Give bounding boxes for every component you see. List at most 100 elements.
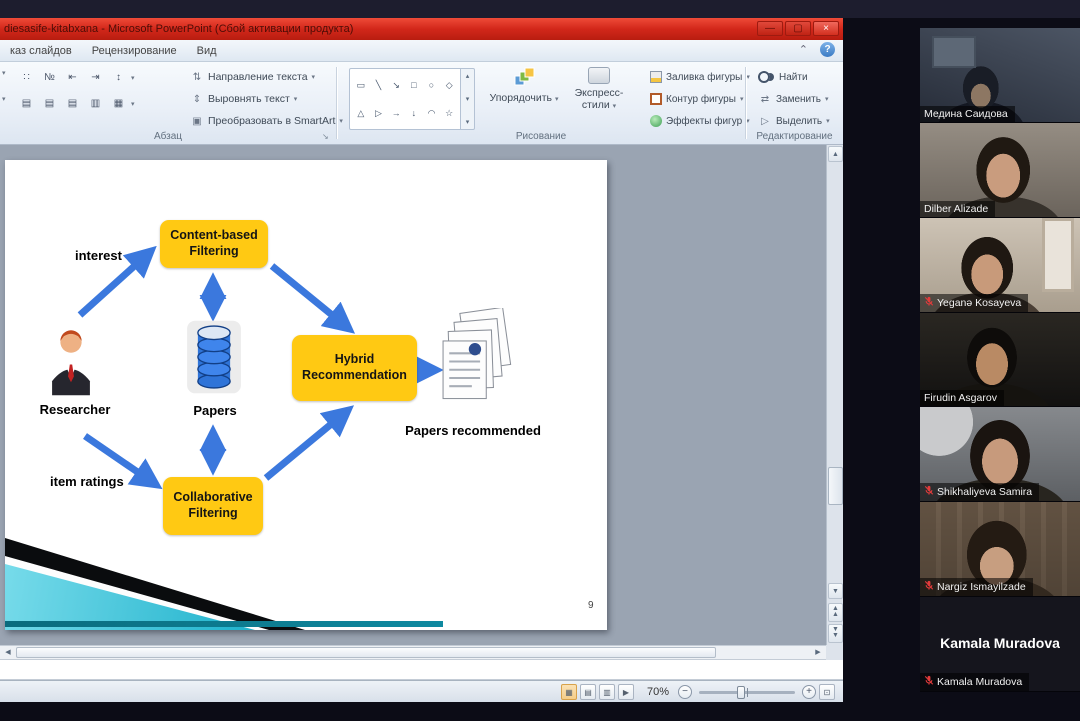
scroll-right-icon[interactable]: ▶ xyxy=(811,647,825,658)
label-papers: Papers xyxy=(180,403,250,418)
shape-effects-button[interactable]: Эффекты фигур ▾ xyxy=(646,111,754,131)
align-left-button[interactable]: ▤ xyxy=(16,94,37,113)
shape-arc-icon[interactable]: ◠ xyxy=(428,108,436,119)
convert-smartart-button[interactable]: ▣ Преобразовать в SmartArt ▾ xyxy=(186,111,347,131)
node-collaborative-filtering[interactable]: Collaborative Filtering xyxy=(163,477,263,535)
node-content-based-filtering[interactable]: Content-based Filtering xyxy=(160,220,268,268)
notes-pane[interactable] xyxy=(0,660,843,680)
view-slide-sorter-button[interactable]: ▤ xyxy=(580,684,596,700)
find-button[interactable]: Найти xyxy=(754,67,812,87)
shape-circle-icon[interactable]: ○ xyxy=(429,80,434,90)
participant-tile[interactable]: Dilber Alizade xyxy=(920,123,1080,218)
zoom-percentage[interactable]: 70% xyxy=(647,686,669,698)
slide-number: 9 xyxy=(588,600,594,611)
shape-pointer-icon[interactable]: ▷ xyxy=(375,108,382,119)
collapse-ribbon-icon[interactable]: ⌃ xyxy=(799,43,808,56)
scroll-down-icon[interactable]: ▼ xyxy=(828,583,843,599)
view-slideshow-button[interactable]: ▶ xyxy=(618,684,634,700)
gallery-more-icon[interactable]: ▾ xyxy=(466,118,470,126)
tab-slideshow[interactable]: каз слайдов xyxy=(0,42,82,60)
smartart-icon: ▣ xyxy=(190,116,204,127)
quick-styles-button[interactable]: Экспресс-стили ▾ xyxy=(562,67,636,131)
horizontal-scroll-thumb[interactable] xyxy=(16,647,716,658)
justify-button[interactable]: ▥ xyxy=(85,94,106,113)
columns-dropdown-icon[interactable]: ▾ xyxy=(131,100,135,108)
select-button[interactable]: ▷ Выделить ▾ xyxy=(754,111,834,131)
dropdown-icon: ▾ xyxy=(740,95,744,103)
dropdown-icon: ▾ xyxy=(746,73,750,81)
node-hybrid-recommendation[interactable]: Hybrid Recommendation xyxy=(292,335,417,401)
gallery-down-icon[interactable]: ▾ xyxy=(466,95,470,103)
shape-star-icon[interactable]: ☆ xyxy=(445,108,453,119)
shape-outline-button[interactable]: Контур фигуры ▾ xyxy=(646,89,747,109)
zoom-out-button[interactable]: − xyxy=(678,685,692,699)
zoom-slider-thumb[interactable] xyxy=(737,686,745,699)
papers-database-icon[interactable] xyxy=(187,318,241,396)
participant-tile[interactable]: Nargiz Ismayilzade xyxy=(920,502,1080,597)
scroll-left-icon[interactable]: ◀ xyxy=(1,647,15,658)
vertical-scroll-thumb[interactable] xyxy=(828,467,843,505)
slide-canvas[interactable]: Content-based Filtering Hybrid Recommend… xyxy=(5,160,607,630)
drawing-group-label: Рисование xyxy=(337,131,745,142)
cutoff-dropdown-icon[interactable]: ▾ xyxy=(2,69,6,77)
view-normal-button[interactable]: ▦ xyxy=(561,684,577,700)
participant-name-label: Shikhaliyeva Samira xyxy=(920,483,1039,501)
shape-down-arrow-icon[interactable]: ↓ xyxy=(412,108,417,118)
text-direction-button[interactable]: ⇅ Направление текста ▾ xyxy=(186,67,319,87)
shape-fill-icon xyxy=(650,71,662,83)
close-button[interactable]: × xyxy=(813,21,839,36)
researcher-icon[interactable] xyxy=(45,322,97,400)
participant-tile[interactable]: Медина Саидова xyxy=(920,28,1080,123)
previous-slide-button[interactable]: ▲ ▲ xyxy=(828,603,843,622)
tab-view[interactable]: Вид xyxy=(187,42,227,60)
help-icon[interactable]: ? xyxy=(820,42,835,57)
zoom-in-button[interactable]: + xyxy=(802,685,816,699)
shape-square-icon[interactable]: □ xyxy=(411,80,416,90)
participant-tile[interactable]: Firudin Asgarov xyxy=(920,313,1080,408)
participant-tile[interactable]: Kamala Muradova Kamala Muradova xyxy=(920,597,1080,692)
increase-indent-button[interactable]: ⇥ xyxy=(85,68,106,87)
bullets-button[interactable]: ∷ xyxy=(16,68,37,87)
vertical-scrollbar[interactable]: ▲ ▼ ▲ ▲ ▼ ▼ xyxy=(826,145,843,645)
align-right-button[interactable]: ▤ xyxy=(62,94,83,113)
shape-diamond-icon[interactable]: ◇ xyxy=(446,80,453,91)
group-divider xyxy=(336,67,337,139)
arrange-button[interactable]: Упорядочить ▾ xyxy=(487,67,561,131)
shape-fill-button[interactable]: Заливка фигуры ▾ xyxy=(646,67,754,87)
decrease-indent-button[interactable]: ⇤ xyxy=(62,68,83,87)
horizontal-scrollbar[interactable]: ◀ ▶ xyxy=(0,645,826,660)
numbering-button[interactable]: № xyxy=(39,68,60,87)
tab-review[interactable]: Рецензирование xyxy=(82,42,187,60)
zoom-slider[interactable] xyxy=(699,691,795,694)
line-spacing-button[interactable]: ↕ xyxy=(108,68,129,87)
view-reading-button[interactable]: ▥ xyxy=(599,684,615,700)
cutoff-dropdown-icon[interactable]: ▾ xyxy=(2,95,6,103)
participant-tile[interactable]: Shikhaliyeva Samira xyxy=(920,407,1080,502)
group-divider xyxy=(745,67,746,139)
shape-right-arrow-icon[interactable]: → xyxy=(392,108,401,118)
align-center-button[interactable]: ▤ xyxy=(39,94,60,113)
shape-arrow-line-icon[interactable]: ↘ xyxy=(392,80,400,91)
next-slide-button[interactable]: ▼ ▼ xyxy=(828,624,843,643)
window-titlebar[interactable]: diesasife-kitabxana - Microsoft PowerPoi… xyxy=(0,18,843,40)
papers-recommended-icon[interactable] xyxy=(441,308,513,413)
columns-button[interactable]: ▦ xyxy=(108,94,129,113)
muted-mic-icon xyxy=(924,485,934,499)
fit-to-window-button[interactable]: ⊡ xyxy=(819,684,835,700)
shape-rectangle-icon[interactable]: ▭ xyxy=(357,80,366,91)
gallery-up-icon[interactable]: ▴ xyxy=(466,72,470,80)
align-text-button[interactable]: ⇕ Выровнять текст ▾ xyxy=(186,89,301,109)
line-spacing-dropdown-icon[interactable]: ▾ xyxy=(131,74,135,82)
shape-triangle-icon[interactable]: △ xyxy=(357,108,364,119)
replace-button[interactable]: ⇄ Заменить ▾ xyxy=(754,89,832,109)
scroll-up-icon[interactable]: ▲ xyxy=(828,146,843,162)
minimize-button[interactable]: — xyxy=(757,21,783,36)
maximize-button[interactable]: ▢ xyxy=(785,21,811,36)
participants-strip: Медина Саидова Dilber Alizade Yeganə Kos… xyxy=(920,28,1080,692)
dropdown-icon: ▾ xyxy=(555,96,559,103)
shape-line-icon[interactable]: ╲ xyxy=(376,80,381,91)
ribbon: ▾ ▾ ∷ № ⇤ ⇥ ↕ ▾ ▤ ▤ ▤ ▥ ▦ ▾ ⇅ xyxy=(0,62,843,145)
participant-tile[interactable]: Yeganə Kosayeva xyxy=(920,218,1080,313)
dropdown-icon: ▾ xyxy=(294,95,298,103)
paragraph-dialog-launcher[interactable]: ↘ xyxy=(322,132,329,141)
